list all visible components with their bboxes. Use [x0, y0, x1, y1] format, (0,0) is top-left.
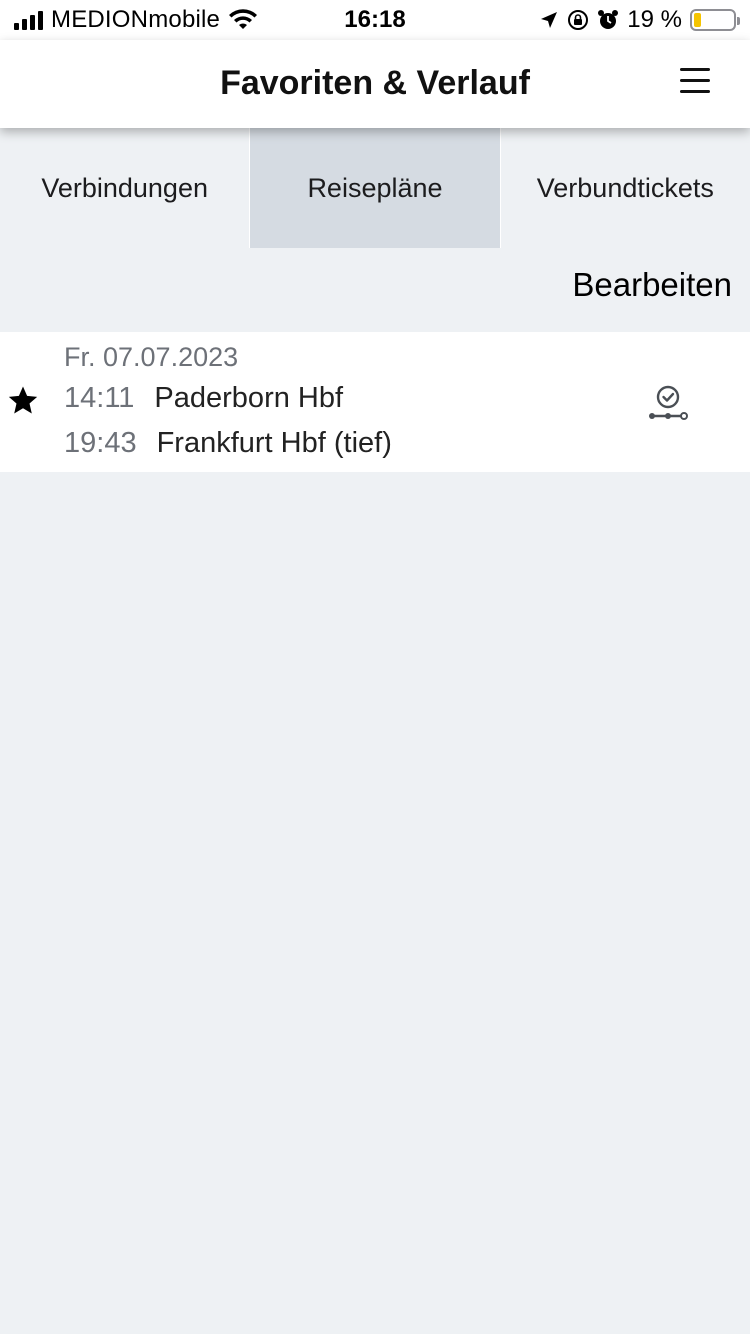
battery-percent: 19 %: [627, 6, 682, 33]
tab-verbundtickets[interactable]: Verbundtickets: [501, 128, 750, 248]
battery-icon: [690, 9, 740, 31]
edit-row: Bearbeiten: [0, 248, 750, 332]
orientation-lock-icon: [568, 10, 589, 30]
hamburger-menu-icon[interactable]: [680, 68, 710, 94]
status-right: 19 %: [539, 6, 740, 34]
departure-time: 14:11: [64, 382, 135, 414]
battery-level: [694, 13, 702, 27]
journey-timer-icon[interactable]: [646, 384, 690, 424]
trip-date: Fr. 07.07.2023: [64, 342, 239, 372]
arrival-line: 19:43 Frankfurt Hbf (tief): [64, 427, 392, 460]
alarm-icon: [598, 10, 619, 29]
status-bar: MEDIONmobile 16:18 19 %: [0, 0, 750, 40]
edit-button[interactable]: Bearbeiten: [572, 266, 732, 304]
tab-reiseplaene[interactable]: Reisepläne: [249, 128, 501, 248]
departure-line: 14:11 Paderborn Hbf: [64, 382, 343, 415]
star-icon[interactable]: [6, 384, 40, 418]
location-icon: [541, 12, 558, 28]
tab-verbindungen[interactable]: Verbindungen: [0, 128, 249, 248]
header: Favoriten & Verlauf: [0, 40, 750, 128]
departure-station: Paderborn Hbf: [154, 382, 344, 414]
page-title: Favoriten & Verlauf: [220, 64, 530, 102]
arrival-time: 19:43: [64, 427, 137, 459]
tab-bar: Verbindungen Reisepläne Verbundtickets: [0, 128, 750, 248]
list-item[interactable]: Fr. 07.07.2023 14:11 Paderborn Hbf 19:43…: [0, 332, 750, 472]
arrival-station: Frankfurt Hbf (tief): [156, 427, 392, 459]
